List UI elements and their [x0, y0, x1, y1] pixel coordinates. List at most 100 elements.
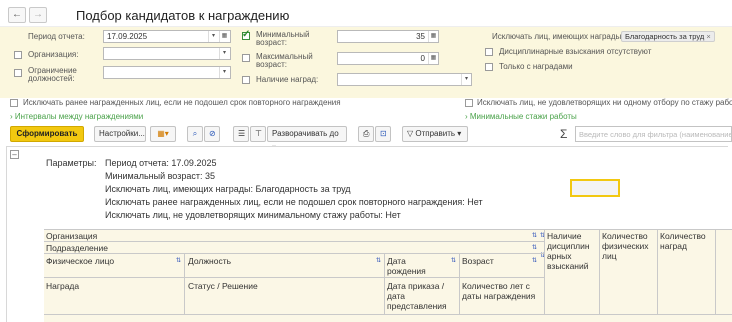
header-awards-count-l1[interactable]: Количество	[660, 231, 706, 241]
exclude-prev-awarded-checkbox[interactable]	[10, 99, 18, 107]
expand-button[interactable]: Разворачивать до ▾	[267, 126, 347, 152]
grid-line	[715, 229, 716, 314]
table-icon: ▦▾	[157, 129, 169, 138]
report-search-input[interactable]: Введите слово для фильтра (наименование	[575, 126, 732, 142]
collapse-toggle[interactable]: –	[10, 150, 19, 159]
sigma-icon[interactable]: Σ	[560, 127, 567, 141]
ungroup-button[interactable]: ⊤	[250, 126, 266, 142]
grid-line	[657, 229, 658, 314]
header-position[interactable]: Должность	[188, 256, 231, 266]
sort-icon[interactable]: ⇅	[532, 244, 537, 251]
has-award-checkbox[interactable]	[242, 76, 250, 84]
header-birth-date-l2: рождения	[387, 266, 426, 276]
search-icon: ⌕	[192, 129, 198, 138]
max-age-checkbox[interactable]	[242, 54, 250, 62]
send-label: Отправить	[415, 129, 456, 138]
back-button[interactable]: ←	[8, 7, 26, 23]
restriction-field[interactable]: ▾	[103, 66, 231, 79]
header-disciplinary-l2: дисциплин	[547, 241, 590, 251]
param-line-5: Исключать лиц, не удовлетворящих минимал…	[105, 210, 401, 220]
header-years-l1[interactable]: Количество лет с	[462, 281, 530, 291]
search-button[interactable]: ⌕	[187, 126, 203, 142]
max-age-label-line2: возраст:	[256, 60, 287, 69]
close-icon[interactable]: ×	[706, 32, 710, 41]
no-disciplinary-label: Дисциплинарные взыскания отсутствуют	[499, 47, 652, 56]
organization-field[interactable]: ▾	[103, 47, 231, 60]
print-button[interactable]: ⎙	[358, 126, 374, 142]
param-line-3: Исключать лиц, имеющих награды: Благодар…	[105, 184, 351, 194]
calculator-icon[interactable]: ▦	[428, 53, 438, 64]
header-age[interactable]: Возраст	[462, 256, 494, 266]
header-years-l2: даты награждения	[462, 291, 536, 301]
no-disciplinary-checkbox[interactable]	[485, 48, 493, 56]
min-seniority-link-text: Минимальные стажи работы	[469, 112, 577, 121]
sort-icon[interactable]: ⇅	[532, 257, 537, 264]
variant-dropdown-button[interactable]: ▦▾	[150, 126, 176, 142]
restriction-checkbox[interactable]	[14, 69, 22, 77]
clear-search-button[interactable]: ⊘	[204, 126, 220, 142]
intervals-link[interactable]: › Интервалы между награждениями	[10, 112, 143, 121]
list-icon: ☰	[238, 129, 246, 138]
sort-icon[interactable]: ⇅	[451, 257, 456, 264]
min-age-checkbox[interactable]	[242, 29, 250, 40]
generate-button[interactable]: Сформировать	[10, 126, 84, 142]
grid-line	[44, 253, 544, 254]
forward-button[interactable]: →	[29, 7, 47, 23]
period-label: Период отчета:	[28, 32, 85, 41]
header-disciplinary-l4: взысканий	[547, 261, 589, 271]
grid-line	[184, 253, 185, 314]
header-persons-count-l1[interactable]: Количество	[602, 231, 648, 241]
send-button[interactable]: ▽ Отправить ▾	[402, 126, 468, 142]
only-with-awards-label: Только с наградами	[499, 62, 573, 71]
header-organization[interactable]: Организация	[46, 231, 97, 241]
organization-checkbox[interactable]	[14, 51, 22, 59]
chevron-down-icon[interactable]: ▾	[461, 74, 471, 85]
params-label: Параметры:	[46, 158, 97, 168]
exclude-no-seniority-checkbox[interactable]	[465, 99, 473, 107]
chevron-down-icon[interactable]: ▾	[208, 31, 218, 42]
header-award[interactable]: Награда	[46, 281, 79, 291]
award-tag[interactable]: Благодарность за труд ×	[621, 31, 715, 42]
expand-label: Разворачивать до	[272, 129, 339, 138]
header-order-date-l1[interactable]: Дата приказа /	[387, 281, 444, 291]
settings-button[interactable]: Настройки...	[94, 126, 146, 142]
grid-line	[459, 253, 460, 314]
max-age-value: 0	[420, 54, 425, 63]
calendar-icon[interactable]: ▦	[219, 31, 229, 42]
min-seniority-link[interactable]: › Минимальные стажи работы	[465, 112, 577, 121]
param-line-4: Исключать ранее награжденных лиц, если н…	[105, 197, 483, 207]
period-field[interactable]: 17.09.2025 ▾ ▦	[103, 30, 231, 43]
printer-icon: ⎙	[363, 129, 370, 138]
clear-search-icon: ⊘	[209, 129, 216, 138]
sort-icon[interactable]: ⇅	[376, 257, 381, 264]
restriction-label-line2: должностей:	[28, 74, 75, 83]
sort-icon[interactable]: ⇅	[176, 257, 181, 264]
period-value: 17.09.2025	[107, 32, 148, 41]
exclude-awards-label: Исключать лиц, имеющих награды:	[492, 32, 624, 41]
award-tag-label: Благодарность за труд	[625, 32, 705, 41]
min-age-field[interactable]: 35 ▦	[337, 30, 439, 43]
has-award-field[interactable]: ▾	[337, 73, 472, 86]
tree-icon: ⊤	[255, 129, 262, 138]
sort-icon[interactable]: ⇅	[532, 232, 537, 239]
param-line-1: Период отчета: 17.09.2025	[105, 158, 217, 168]
exclude-prev-awarded-label: Исключать ранее награжденных лиц, если н…	[23, 98, 341, 107]
selected-cell[interactable]	[570, 179, 620, 197]
header-birth-date-l1[interactable]: Дата	[387, 256, 406, 266]
has-award-label: Наличие наград:	[256, 75, 319, 84]
min-age-label-line2: возраст:	[256, 38, 287, 47]
param-line-2: Минимальный возраст: 35	[105, 171, 215, 181]
header-person[interactable]: Физическое лицо	[46, 256, 114, 266]
min-age-value: 35	[416, 32, 425, 41]
preview-button[interactable]: ⊡	[375, 126, 391, 142]
header-status[interactable]: Статус / Решение	[188, 281, 258, 291]
header-disciplinary-l1[interactable]: Наличие	[547, 231, 581, 241]
calculator-icon[interactable]: ▦	[428, 31, 438, 42]
only-with-awards-checkbox[interactable]	[485, 63, 493, 71]
chevron-down-icon[interactable]: ▾	[219, 48, 229, 59]
group-button[interactable]: ☰	[233, 126, 249, 142]
max-age-field[interactable]: 0 ▦	[337, 52, 439, 65]
page-title: Подбор кандидатов к награждению	[76, 8, 290, 23]
header-subdivision[interactable]: Подразделение	[46, 243, 108, 253]
chevron-down-icon[interactable]: ▾	[219, 67, 229, 78]
